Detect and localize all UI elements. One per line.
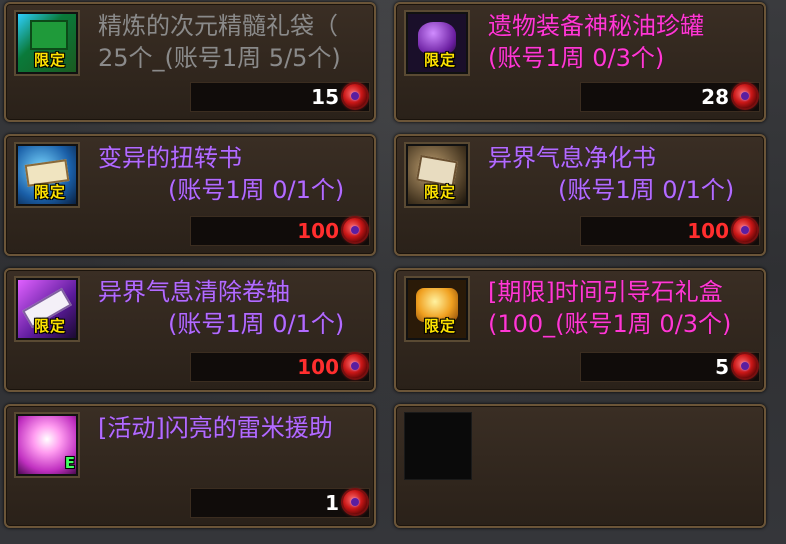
item-price: 100 xyxy=(297,219,339,243)
red-orb-icon xyxy=(733,218,757,242)
empty-slot xyxy=(404,412,472,480)
red-orb-icon xyxy=(343,490,367,514)
price-box: 100 xyxy=(190,216,370,246)
limited-badge: 限定 xyxy=(424,317,457,335)
limited-badge: E xyxy=(64,454,76,472)
shop-item-card[interactable]: 限定 异界气息清除卷轴 (账号1周 0/1个) 100 xyxy=(4,268,376,392)
shop-item-card[interactable]: 限定 精炼的次元精髓礼袋（ 25个_(账号1周 5/5个) 15 xyxy=(4,2,376,122)
shop-item-card[interactable]: 限定 变异的扭转书 (账号1周 0/1个) 100 xyxy=(4,134,376,256)
price-box: 28 xyxy=(580,82,760,112)
price-box: 1 xyxy=(190,488,370,518)
gold-box-icon[interactable]: 限定 xyxy=(404,276,470,342)
item-limit: 25个_(账号1周 5/5个) xyxy=(98,44,341,72)
price-box: 100 xyxy=(580,216,760,246)
item-price: 28 xyxy=(701,85,729,109)
item-limit: (账号1周 0/1个) xyxy=(168,310,345,338)
green-bag-icon[interactable]: 限定 xyxy=(14,10,80,76)
red-orb-icon xyxy=(343,218,367,242)
limited-badge: 限定 xyxy=(34,183,67,201)
purple-jar-icon[interactable]: 限定 xyxy=(404,10,470,76)
pink-glow-icon[interactable]: E xyxy=(14,412,80,478)
price-box: 100 xyxy=(190,352,370,382)
red-orb-icon xyxy=(733,354,757,378)
limited-badge: 限定 xyxy=(34,317,67,335)
item-price: 100 xyxy=(297,355,339,379)
red-orb-icon xyxy=(733,84,757,108)
shop-item-card[interactable]: E [活动]闪亮的雷米援助 1 xyxy=(4,404,376,528)
scroll-icon[interactable]: 限定 xyxy=(14,276,80,342)
item-title: 精炼的次元精髓礼袋（ xyxy=(98,12,338,40)
shop-item-card[interactable]: 限定 [期限]时间引导石礼盒 (100_(账号1周 0/3个) 5 xyxy=(394,268,766,392)
item-price: 15 xyxy=(311,85,339,109)
shop-item-card[interactable]: 限定 异界气息净化书 (账号1周 0/1个) 100 xyxy=(394,134,766,256)
item-title: 异界气息净化书 xyxy=(488,144,656,172)
limited-badge: 限定 xyxy=(424,183,457,201)
item-title: 异界气息清除卷轴 xyxy=(98,278,290,306)
shop-item-card[interactable]: 限定 遗物装备神秘油珍罐 (账号1周 0/3个) 28 xyxy=(394,2,766,122)
item-title: [活动]闪亮的雷米援助 xyxy=(98,414,333,442)
limited-badge: 限定 xyxy=(424,51,457,69)
limited-badge: 限定 xyxy=(34,51,67,69)
price-box: 5 xyxy=(580,352,760,382)
red-orb-icon xyxy=(343,354,367,378)
empty-shop-slot xyxy=(394,404,766,528)
item-title: 变异的扭转书 xyxy=(98,144,242,172)
item-price: 5 xyxy=(715,355,729,379)
item-limit: (100_(账号1周 0/3个) xyxy=(488,310,732,338)
item-title: 遗物装备神秘油珍罐 xyxy=(488,12,704,40)
price-box: 15 xyxy=(190,82,370,112)
item-limit: (账号1周 0/1个) xyxy=(168,176,345,204)
item-price: 100 xyxy=(687,219,729,243)
item-limit: (账号1周 0/3个) xyxy=(488,44,665,72)
scroll-book-icon[interactable]: 限定 xyxy=(404,142,470,208)
blue-book-icon[interactable]: 限定 xyxy=(14,142,80,208)
item-price: 1 xyxy=(325,491,339,515)
item-limit: (账号1周 0/1个) xyxy=(558,176,735,204)
red-orb-icon xyxy=(343,84,367,108)
item-title: [期限]时间引导石礼盒 xyxy=(488,278,723,306)
